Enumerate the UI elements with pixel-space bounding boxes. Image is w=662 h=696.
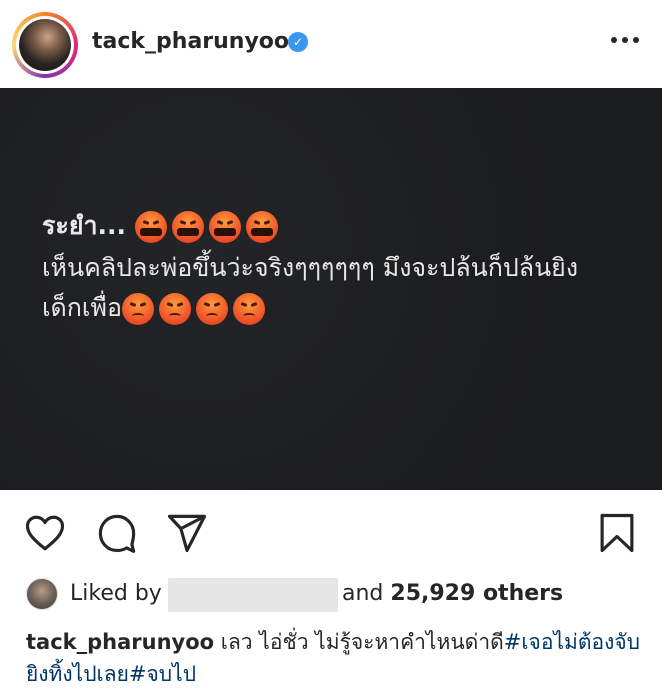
profile-avatar[interactable]: [12, 12, 78, 78]
pouting-face-emoji-icon: [121, 293, 154, 325]
comment-icon[interactable]: [96, 512, 138, 554]
post-text-line-1-text: ระยำ...: [42, 211, 127, 240]
symbols-face-emoji-icon: [134, 211, 167, 243]
hashtag-link[interactable]: #จบไป: [129, 662, 196, 686]
action-bar: [0, 490, 662, 576]
share-icon[interactable]: [166, 512, 208, 554]
post-text-line-3-text: เด็กเพื่อ: [42, 293, 122, 322]
post-username[interactable]: tack_pharunyoo: [92, 29, 289, 54]
likes-others-count: 25,929 others: [390, 581, 564, 606]
liked-by-label: Liked by: [70, 581, 162, 606]
symbols-face-emoji-icon: [245, 211, 278, 243]
likes-row: Liked by and 25,929 others: [0, 576, 662, 612]
symbols-face-emoji-icon: [171, 211, 204, 243]
post-text-line-1: ระยำ...: [42, 206, 283, 246]
more-options-icon[interactable]: [608, 28, 642, 52]
pouting-face-emoji-icon: [232, 293, 265, 325]
pouting-face-emoji-icon: [195, 293, 228, 325]
heart-icon[interactable]: [24, 512, 66, 554]
symbols-face-emoji-icon: [208, 211, 241, 243]
liker-avatar[interactable]: [26, 578, 58, 610]
caption-username[interactable]: tack_pharunyoo: [26, 630, 214, 654]
likes-count[interactable]: and 25,929 others: [342, 581, 563, 606]
avatar-image: [19, 19, 71, 71]
post-text-line-3: เด็กเพื่อ: [42, 288, 270, 328]
bookmark-icon[interactable]: [596, 512, 638, 554]
pouting-face-emoji-icon: [158, 293, 191, 325]
post-text-line-2: เห็นคลิปละพ่อขึ้นว่ะจริงๆๆๆๆๆๆ มึงจะปล้น…: [42, 253, 579, 282]
caption-text: เลว ไอ่ชั่ว ไม่รู้จะหาคำไหนด่าดี: [220, 630, 504, 654]
verified-badge-icon: ✓: [288, 32, 308, 52]
post-header: tack_pharunyoo ✓: [0, 0, 662, 88]
post-image[interactable]: ระยำ... เห็นคลิปละพ่อขึ้นว่ะจริงๆๆๆๆๆๆ ม…: [0, 88, 662, 490]
redacted-username: [168, 578, 338, 612]
post-caption: tack_pharunyoo เลว ไอ่ชั่ว ไม่รู้จะหาคำไ…: [26, 626, 646, 690]
likes-and-label: and: [342, 581, 384, 606]
